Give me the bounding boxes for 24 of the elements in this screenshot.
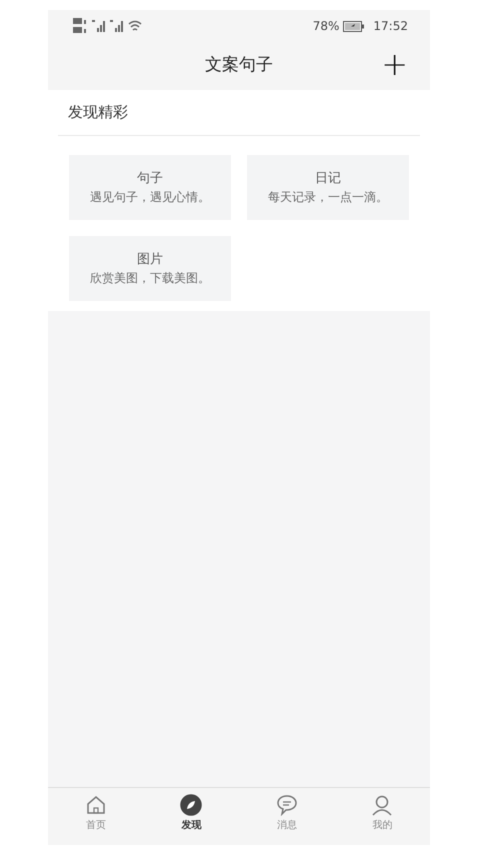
person-icon: [371, 794, 394, 816]
card-subtitle: 遇见句子，遇见心情。: [90, 189, 210, 206]
category-card[interactable]: 日记 每天记录，一点一滴。: [247, 155, 409, 220]
page-title: 文案句子: [205, 54, 273, 78]
wifi-icon: [128, 20, 142, 32]
compass-icon: [180, 794, 202, 816]
signal-icon: [110, 20, 124, 32]
home-icon: [84, 794, 107, 816]
card-subtitle: 欣赏美图，下载美图。: [90, 270, 210, 288]
section-title: 发现精彩: [58, 90, 420, 136]
sim-card-icon: [72, 17, 88, 35]
category-card[interactable]: 句子 遇见句子，遇见心情。: [69, 155, 231, 220]
clock-time: 17:52: [373, 18, 408, 35]
category-card[interactable]: 图片 欣赏美图，下载美图。: [69, 236, 231, 301]
card-title: 句子: [137, 170, 163, 188]
tab-item[interactable]: 发现: [144, 788, 239, 845]
battery-icon: [343, 20, 366, 32]
chat-bubble-icon: [276, 794, 298, 816]
signal-icon: [92, 20, 106, 32]
card-title: 日记: [315, 170, 341, 188]
add-button[interactable]: +: [381, 48, 408, 80]
card-subtitle: 每天记录，一点一滴。: [268, 189, 388, 206]
card-title: 图片: [137, 250, 163, 269]
battery-percent: 78%: [312, 18, 340, 35]
